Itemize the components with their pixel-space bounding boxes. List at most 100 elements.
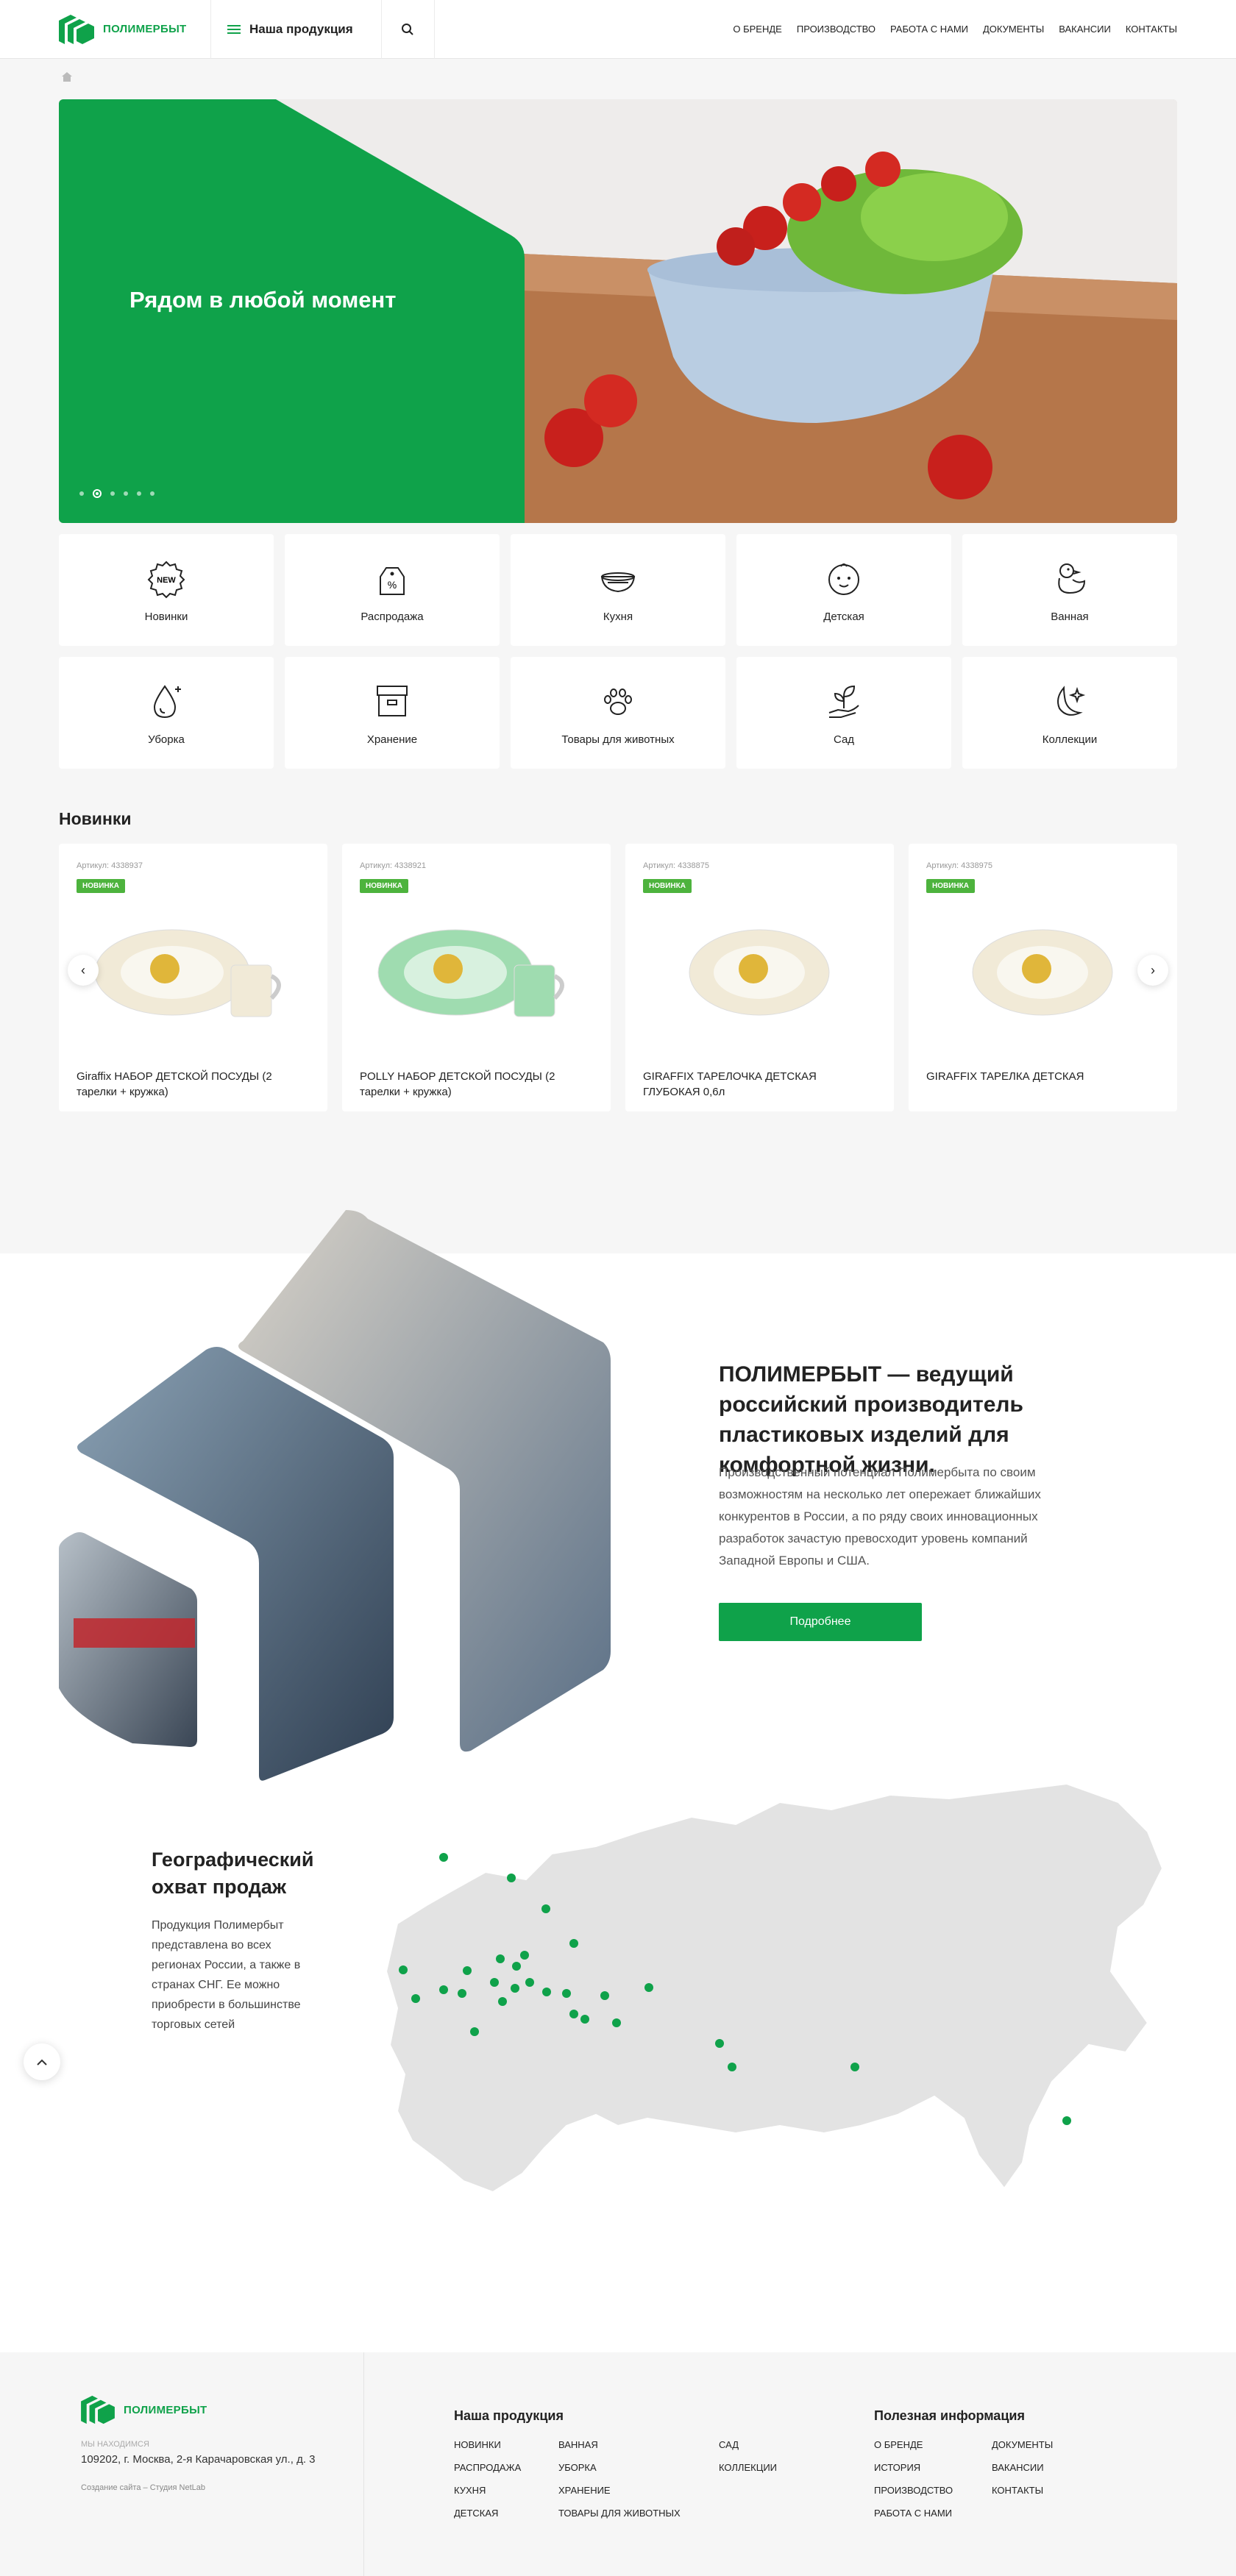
storage-box-icon <box>377 685 408 716</box>
products-menu-label: Наша продукция <box>249 21 353 36</box>
category-label: Хранение <box>366 733 418 746</box>
carousel-next-button[interactable]: › <box>1137 955 1168 986</box>
logo-icon <box>59 14 94 44</box>
product-sku: Артикул: 4338975 <box>926 861 992 870</box>
category-card[interactable]: Сад <box>736 657 951 769</box>
footer-products-title: Наша продукция <box>454 2408 564 2423</box>
footer-link[interactable]: ТОВАРЫ ДЛЯ ЖИВОТНЫХ <box>558 2508 719 2519</box>
new-badge: НОВИНКА <box>77 879 125 893</box>
slider-dot[interactable] <box>137 491 141 496</box>
category-card[interactable]: Коллекции <box>962 657 1177 769</box>
footer-link[interactable]: ВАКАНСИИ <box>992 2462 1080 2473</box>
carousel-prev-button[interactable]: ‹ <box>68 955 99 986</box>
category-card[interactable]: Детская <box>736 534 951 646</box>
about-text: Производственный потенциал Полимербыта п… <box>719 1465 1041 1568</box>
logo[interactable]: ПОЛИМЕРБЫТ <box>0 0 211 59</box>
category-card[interactable]: Ванная <box>962 534 1177 646</box>
footer-link[interactable]: ПРОИЗВОДСТВО <box>874 2485 992 2496</box>
category-label: Новинки <box>144 610 188 623</box>
category-label: Распродажа <box>360 610 424 623</box>
product-card[interactable]: Артикул: 4338937 НОВИНКА Giraffix НАБОР ДЕ… <box>59 844 327 1111</box>
rubber-duck-icon <box>1058 563 1086 594</box>
category-card[interactable]: NEW Новинки <box>59 534 274 646</box>
footer-link[interactable]: КОНТАКТЫ <box>992 2485 1080 2496</box>
category-card[interactable]: Кухня <box>511 534 725 646</box>
nav-link[interactable]: ДОКУМЕНТЫ <box>983 24 1044 35</box>
search-icon <box>402 23 413 35</box>
product-image <box>377 929 564 1017</box>
map-location-dot <box>525 1978 534 1987</box>
map-location-dot <box>612 2018 621 2027</box>
map-location-dot <box>728 2063 736 2071</box>
footer-link <box>992 2508 1080 2519</box>
footer-link[interactable]: ДЕТСКАЯ <box>454 2508 558 2519</box>
product-sku: Артикул: 4338875 <box>643 861 709 870</box>
nav-link[interactable]: ВАКАНСИИ <box>1059 24 1111 35</box>
moon-icon <box>1057 685 1086 716</box>
footer-link[interactable]: ХРАНЕНИЕ <box>558 2485 719 2496</box>
footer-link[interactable]: САД <box>719 2439 807 2450</box>
category-card[interactable]: Товары для животных <box>511 657 725 769</box>
footer-link[interactable]: О БРЕНДЕ <box>874 2439 992 2450</box>
footer-link[interactable]: ВАННАЯ <box>558 2439 719 2450</box>
product-image <box>689 929 830 1016</box>
footer-address: 109202, г. Москва, 2-я Карачаровская ул.… <box>81 2453 316 2466</box>
search-button[interactable] <box>382 0 435 59</box>
logo-text: ПОЛИМЕРБЫТ <box>103 23 187 35</box>
home-icon[interactable] <box>62 72 72 82</box>
footer-link[interactable]: КУХНЯ <box>454 2485 558 2496</box>
product-name: GIRAFFIX ТАРЕЛКА ДЕТСКАЯ <box>926 1070 1084 1083</box>
products-menu-button[interactable]: Наша продукция <box>211 0 382 59</box>
category-card[interactable]: % Распродажа <box>285 534 500 646</box>
slider-dots <box>79 489 154 498</box>
map-location-dot <box>1062 2116 1071 2125</box>
map-location-dot <box>498 1997 507 2006</box>
map-location-dot <box>399 1965 408 1974</box>
slider-dot[interactable] <box>150 491 154 496</box>
paw-icon <box>604 688 632 715</box>
footer-link[interactable]: ИСТОРИЯ <box>874 2462 992 2473</box>
map-location-dot <box>512 1962 521 1971</box>
product-card[interactable]: Артикул: 4338975 НОВИНКА GIRAFFIX ТАРЕЛКА … <box>909 844 1177 1111</box>
slider-dot[interactable] <box>93 489 102 498</box>
map-location-dot <box>850 2063 859 2071</box>
map-location-dot <box>600 1991 609 2000</box>
map-location-dot <box>520 1951 529 1960</box>
category-card[interactable]: Уборка <box>59 657 274 769</box>
slider-dot[interactable] <box>124 491 128 496</box>
footer-link[interactable]: РАСПРОДАЖА <box>454 2462 558 2473</box>
hero-title: Рядом в любой момент <box>129 287 397 313</box>
footer-link[interactable]: КОЛЛЕКЦИИ <box>719 2462 807 2473</box>
map-location-dot <box>496 1954 505 1963</box>
slider-dot[interactable] <box>79 491 84 496</box>
chevron-left-icon: ‹ <box>81 962 85 978</box>
chevron-up-icon <box>37 2059 47 2066</box>
site-header: ПОЛИМЕРБЫТ Наша продукция О БРЕНДЕ ПРОИЗВ… <box>0 0 1236 59</box>
geo-text: Продукция Полимербыт представлена во все… <box>152 1919 301 2031</box>
footer-link[interactable]: РАБОТА С НАМИ <box>874 2508 992 2519</box>
hero-slider[interactable]: Рядом в любой момент <box>59 99 1177 523</box>
footer-logo[interactable]: ПОЛИМЕРБЫТ <box>81 2394 360 2425</box>
nav-link[interactable]: РАБОТА С НАМИ <box>890 24 968 35</box>
product-name: Giraffix НАБОР ДЕТСКОЙ ПОСУДЫ (2 тарелки… <box>77 1070 272 1098</box>
footer-link[interactable]: УБОРКА <box>558 2462 719 2473</box>
product-sku: Артикул: 4338937 <box>77 861 143 870</box>
footer-link[interactable]: ДОКУМЕНТЫ <box>992 2439 1080 2450</box>
map-location-dot <box>463 1966 472 1975</box>
map-location-dot <box>507 1874 516 1882</box>
product-card[interactable]: Артикул: 4338921 НОВИНКА POLLY НАБОР ДЕТСК… <box>342 844 611 1111</box>
category-label: Товары для животных <box>561 733 675 746</box>
nav-link[interactable]: ПРОИЗВОДСТВО <box>797 24 876 35</box>
category-card[interactable]: Хранение <box>285 657 500 769</box>
slider-dot[interactable] <box>110 491 115 496</box>
footer-credit[interactable]: Создание сайта – Студия NetLab <box>81 2483 360 2492</box>
bowl-icon <box>600 572 636 592</box>
nav-link[interactable]: КОНТАКТЫ <box>1126 24 1177 35</box>
product-card[interactable]: Артикул: 4338875 НОВИНКА GIRAFFIX ТАРЕЛОЧК… <box>625 844 894 1111</box>
more-button[interactable]: Подробнее <box>719 1603 922 1641</box>
nav-link[interactable]: О БРЕНДЕ <box>733 24 781 35</box>
footer-divider <box>363 2352 364 2576</box>
scroll-top-button[interactable] <box>24 2043 60 2080</box>
footer-link[interactable]: НОВИНКИ <box>454 2439 558 2450</box>
svg-text:NEW: NEW <box>157 576 176 585</box>
